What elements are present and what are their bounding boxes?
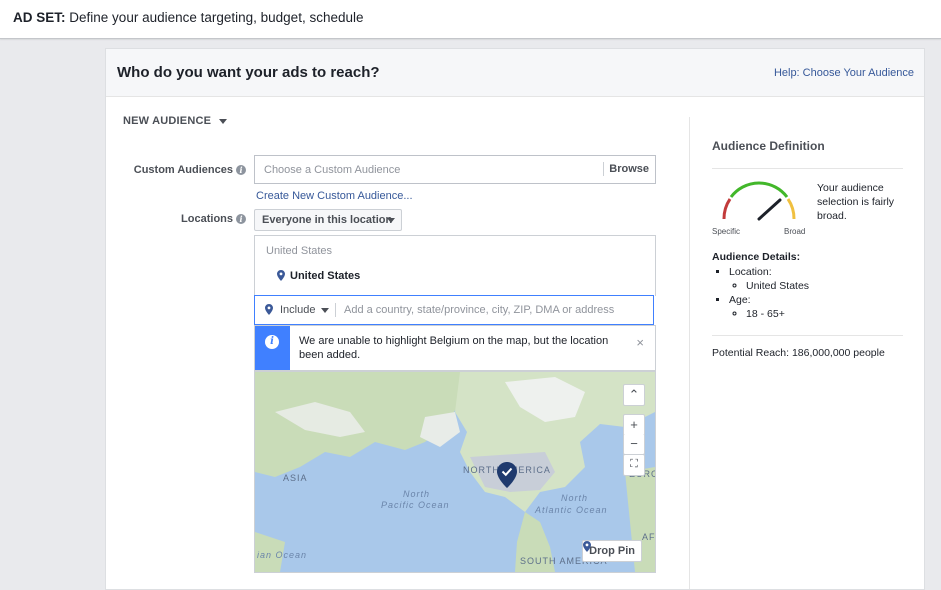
audience-card: Who do you want your ads to reach? Help:… bbox=[105, 48, 925, 590]
locations-label: Locations i bbox=[126, 213, 246, 225]
include-dropdown[interactable]: Include bbox=[280, 304, 315, 316]
audience-gauge bbox=[722, 181, 796, 221]
info-icon[interactable]: i bbox=[236, 214, 246, 225]
close-icon[interactable]: × bbox=[636, 335, 644, 350]
details-list: Location: United States Age: 18 - 65+ bbox=[712, 265, 809, 321]
detail-location-label: Location: bbox=[729, 266, 772, 278]
new-audience-label: NEW AUDIENCE bbox=[123, 115, 212, 127]
detail-age-label: Age: bbox=[729, 294, 751, 306]
divider bbox=[712, 335, 903, 336]
new-audience-dropdown[interactable]: NEW AUDIENCE bbox=[123, 115, 228, 127]
audience-details-title: Audience Details: bbox=[712, 251, 801, 263]
divider bbox=[335, 303, 336, 317]
potential-reach: Potential Reach: 186,000,000 people bbox=[712, 347, 885, 359]
location-map[interactable]: ASIA NORTH AMERICA North Pacific Ocean N… bbox=[254, 371, 656, 573]
notice-message: We are unable to highlight Belgium on th… bbox=[299, 335, 609, 361]
custom-audiences-label-text: Custom Audiences bbox=[133, 164, 233, 176]
location-type-dropdown[interactable]: Everyone in this location bbox=[254, 209, 402, 231]
browse-button[interactable]: Browse bbox=[609, 163, 649, 175]
selected-location-item[interactable]: United States bbox=[290, 270, 360, 282]
caret-down-icon bbox=[387, 218, 395, 223]
location-type-value: Everyone in this location bbox=[262, 214, 393, 226]
detail-age-value: 18 - 65+ bbox=[746, 307, 809, 321]
location-search-input[interactable]: Add a country, state/province, city, ZIP… bbox=[344, 304, 614, 316]
caret-down-icon bbox=[219, 118, 228, 124]
map-label-north-atlantic-2: Atlantic Ocean bbox=[535, 505, 608, 515]
divider bbox=[712, 168, 903, 169]
zoom-in-icon[interactable]: + bbox=[623, 414, 645, 436]
detail-location: Location: United States bbox=[729, 265, 809, 293]
fullscreen-icon[interactable]: ⛶ bbox=[623, 454, 645, 476]
header-description: Define your audience targeting, budget, … bbox=[69, 10, 364, 25]
info-icon[interactable]: i bbox=[236, 165, 246, 176]
map-label-north-pacific-1: North bbox=[403, 489, 431, 499]
drop-pin-label: Drop Pin bbox=[589, 545, 635, 557]
pin-icon bbox=[265, 304, 273, 315]
pin-icon bbox=[583, 541, 592, 552]
gauge-specific-label: Specific bbox=[712, 227, 741, 236]
header-prefix: AD SET: bbox=[13, 10, 66, 25]
audience-details: Audience Details: Location: United State… bbox=[712, 251, 809, 321]
drop-pin-button[interactable]: Drop Pin bbox=[582, 540, 642, 562]
locations-label-text: Locations bbox=[181, 213, 233, 225]
create-custom-audience-link[interactable]: Create New Custom Audience... bbox=[256, 190, 413, 202]
caret-down-icon bbox=[321, 308, 329, 313]
top-bar: AD SET: Define your audience targeting, … bbox=[0, 0, 941, 39]
country-header: United States bbox=[266, 245, 333, 257]
map-label-indian-ocean: ian Ocean bbox=[257, 550, 308, 560]
audience-definition-title: Audience Definition bbox=[712, 139, 825, 153]
divider bbox=[603, 162, 604, 176]
custom-audiences-label: Custom Audiences i bbox=[126, 164, 246, 176]
audience-breadth-description: Your audience selection is fairly broad. bbox=[817, 182, 895, 222]
help-choose-audience-link[interactable]: Help: Choose Your Audience bbox=[774, 67, 914, 79]
card-header: Who do you want your ads to reach? Help:… bbox=[106, 49, 924, 97]
gauge-broad-label: Broad bbox=[784, 227, 806, 236]
map-label-north-pacific-2: Pacific Ocean bbox=[381, 500, 450, 510]
pin-icon bbox=[277, 270, 285, 281]
page-title: Who do you want your ads to reach? bbox=[117, 64, 380, 81]
custom-audience-input[interactable]: Choose a Custom Audience Browse bbox=[254, 155, 656, 184]
map-label-af: AF bbox=[642, 532, 656, 542]
location-search-row: Include Add a country, state/province, c… bbox=[254, 295, 654, 325]
map-label-north-atlantic-1: North bbox=[561, 493, 589, 503]
header-text: AD SET: Define your audience targeting, … bbox=[13, 10, 364, 25]
panel-divider bbox=[689, 117, 690, 589]
zoom-out-icon[interactable]: − bbox=[623, 434, 645, 455]
location-notice: i We are unable to highlight Belgium on … bbox=[254, 325, 656, 371]
selected-locations: United States United States bbox=[254, 235, 656, 296]
info-icon: i bbox=[265, 335, 279, 349]
detail-location-value: United States bbox=[746, 279, 809, 293]
detail-age: Age: 18 - 65+ bbox=[729, 293, 809, 321]
scroll-up-icon[interactable]: ⌃ bbox=[623, 384, 645, 406]
map-label-asia: ASIA bbox=[283, 473, 308, 483]
map-marker-icon[interactable] bbox=[497, 462, 517, 488]
custom-audience-placeholder: Choose a Custom Audience bbox=[264, 164, 401, 176]
notice-bar: i bbox=[255, 326, 290, 370]
